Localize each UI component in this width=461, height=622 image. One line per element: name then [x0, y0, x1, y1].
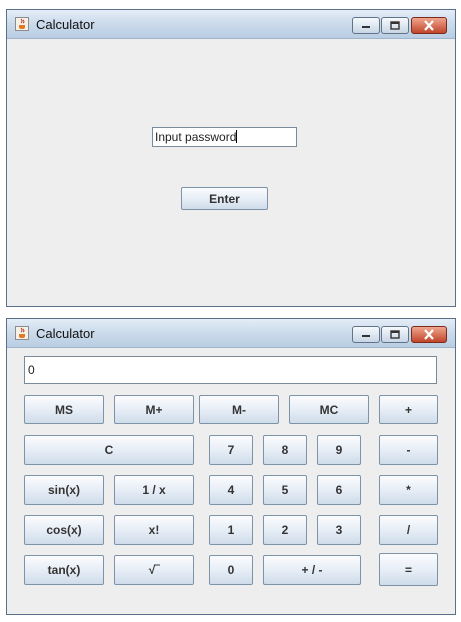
negate-button[interactable]: + / - — [263, 555, 361, 585]
close-button[interactable] — [411, 17, 447, 34]
digit-5-button[interactable]: 5 — [263, 475, 307, 505]
close-icon — [424, 20, 434, 31]
text-caret — [236, 130, 238, 143]
memory-subtract-button[interactable]: M- — [199, 395, 279, 424]
window-title: Calculator — [36, 326, 95, 341]
java-cup-icon — [15, 17, 29, 31]
tangent-button[interactable]: tan(x) — [24, 555, 104, 585]
digit-7-button[interactable]: 7 — [209, 435, 253, 465]
close-button[interactable] — [411, 326, 447, 343]
digit-1-button[interactable]: 1 — [209, 515, 253, 545]
memory-store-button[interactable]: MS — [24, 395, 104, 424]
add-button[interactable]: + — [379, 395, 438, 424]
minimize-button[interactable] — [352, 17, 380, 34]
calculator-window: Calculator 0 MS M+ M- MC + C 7 8 9 - sin… — [6, 318, 456, 615]
digit-9-button[interactable]: 9 — [317, 435, 361, 465]
enter-button[interactable]: Enter — [181, 187, 268, 210]
window-content: Input password Enter — [10, 39, 452, 303]
window-title: Calculator — [36, 17, 95, 32]
close-icon — [424, 329, 434, 340]
password-input-text: Input password — [155, 130, 237, 144]
maximize-button[interactable] — [381, 326, 409, 343]
title-bar[interactable]: Calculator — [7, 319, 455, 348]
password-input[interactable]: Input password — [152, 127, 297, 147]
cosine-button[interactable]: cos(x) — [24, 515, 104, 545]
calculator-display[interactable]: 0 — [24, 356, 437, 384]
password-window: Calculator Input password Enter — [6, 9, 456, 307]
digit-2-button[interactable]: 2 — [263, 515, 307, 545]
equals-button[interactable]: = — [379, 553, 438, 586]
maximize-button[interactable] — [381, 17, 409, 34]
divide-button[interactable]: / — [379, 515, 438, 545]
memory-clear-button[interactable]: MC — [289, 395, 369, 424]
digit-4-button[interactable]: 4 — [209, 475, 253, 505]
reciprocal-button[interactable]: 1 / x — [114, 475, 194, 505]
maximize-icon — [390, 21, 400, 30]
clear-button[interactable]: C — [24, 435, 194, 465]
digit-8-button[interactable]: 8 — [263, 435, 307, 465]
minimize-icon — [362, 26, 370, 28]
digit-3-button[interactable]: 3 — [317, 515, 361, 545]
sine-button[interactable]: sin(x) — [24, 475, 104, 505]
multiply-button[interactable]: * — [379, 475, 438, 505]
subtract-button[interactable]: - — [379, 435, 438, 465]
memory-add-button[interactable]: M+ — [114, 395, 194, 424]
maximize-icon — [390, 330, 400, 339]
digit-6-button[interactable]: 6 — [317, 475, 361, 505]
minimize-icon — [362, 335, 370, 337]
title-bar[interactable]: Calculator — [7, 10, 455, 39]
minimize-button[interactable] — [352, 326, 380, 343]
window-content: 0 MS M+ M- MC + C 7 8 9 - sin(x) 1 / x 4… — [10, 348, 452, 611]
square-root-button[interactable]: √‾ — [114, 555, 194, 585]
java-cup-icon — [15, 326, 29, 340]
factorial-button[interactable]: x! — [114, 515, 194, 545]
digit-0-button[interactable]: 0 — [209, 555, 253, 585]
